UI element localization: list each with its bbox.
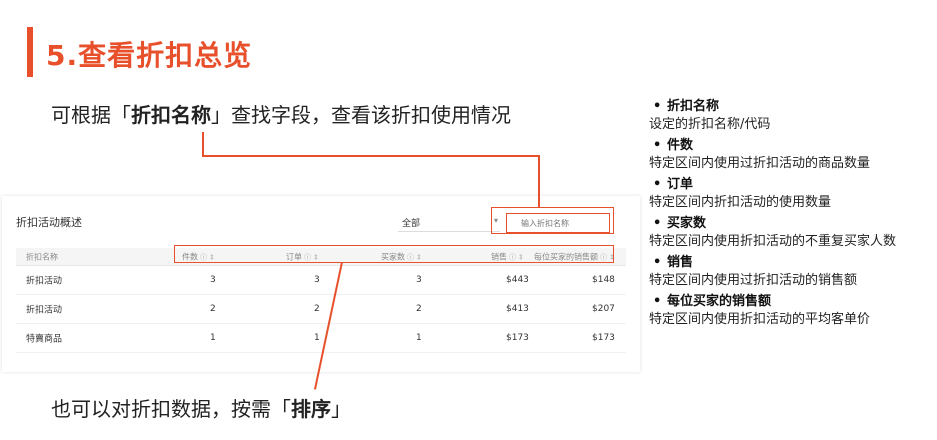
legend-item: • 折扣名称 设定的折扣名称/代码 bbox=[649, 99, 771, 132]
panel-title: 折扣活动概述 bbox=[16, 216, 82, 229]
select-value: 全部 bbox=[402, 219, 421, 229]
bullet-icon: • bbox=[653, 138, 662, 153]
discount-table: 折扣名称 件数 ⓘ ⇕ 订单 ⓘ ⇕ 买家数 ⓘ ⇕ 销售 ⓘ ⇕ 每位买家的销售额 ⓘ ⇕ 折扣活… bbox=[16, 248, 626, 353]
legend-item: • 买家数 特定区间内使用折扣活动的不重复买家人数 bbox=[649, 216, 897, 249]
connector-line bbox=[202, 132, 204, 156]
connector-line bbox=[538, 155, 540, 208]
legend-item: • 件数 特定区间内使用过折扣活动的商品数量 bbox=[649, 138, 871, 171]
table-row: 折扣活动 2 2 2 $413 $207 bbox=[16, 295, 626, 324]
legend-item: • 订单 特定区间内折扣活动的使用数量 bbox=[649, 177, 832, 210]
connector-line bbox=[202, 155, 540, 157]
table-row: 特賣商品 1 1 1 $173 $173 bbox=[16, 324, 626, 353]
field-legend: • 折扣名称 设定的折扣名称/代码 • 件数 特定区间内使用过折扣活动的商品数量 •… bbox=[649, 98, 931, 332]
legend-item: • 每位买家的销售额 特定区间内使用折扣活动的平均客单价 bbox=[649, 294, 871, 327]
bullet-icon: • bbox=[653, 99, 662, 114]
bullet-icon: • bbox=[653, 255, 662, 270]
columns-highlight-box bbox=[174, 245, 614, 263]
page-title: 5.查看折扣总览 bbox=[46, 39, 253, 72]
legend-item: • 销售 特定区间内使用过折扣活动的销售额 bbox=[649, 255, 858, 288]
bullet-icon: • bbox=[653, 216, 662, 231]
col-discount-name: 折扣名称 bbox=[26, 252, 58, 261]
top-instruction: 可根据「折扣名称」查找字段，查看该折扣使用情况 bbox=[51, 103, 511, 127]
bullet-icon: • bbox=[653, 177, 662, 192]
title-accent-bar bbox=[27, 27, 33, 77]
search-highlight-box bbox=[491, 207, 614, 234]
bullet-icon: • bbox=[653, 294, 662, 309]
bottom-instruction: 也可以对折扣数据，按需「排序」 bbox=[51, 397, 351, 421]
filter-select[interactable]: 全部 ▾ bbox=[398, 214, 500, 232]
table-row: 折扣活动 3 3 3 $443 $148 bbox=[16, 266, 626, 295]
